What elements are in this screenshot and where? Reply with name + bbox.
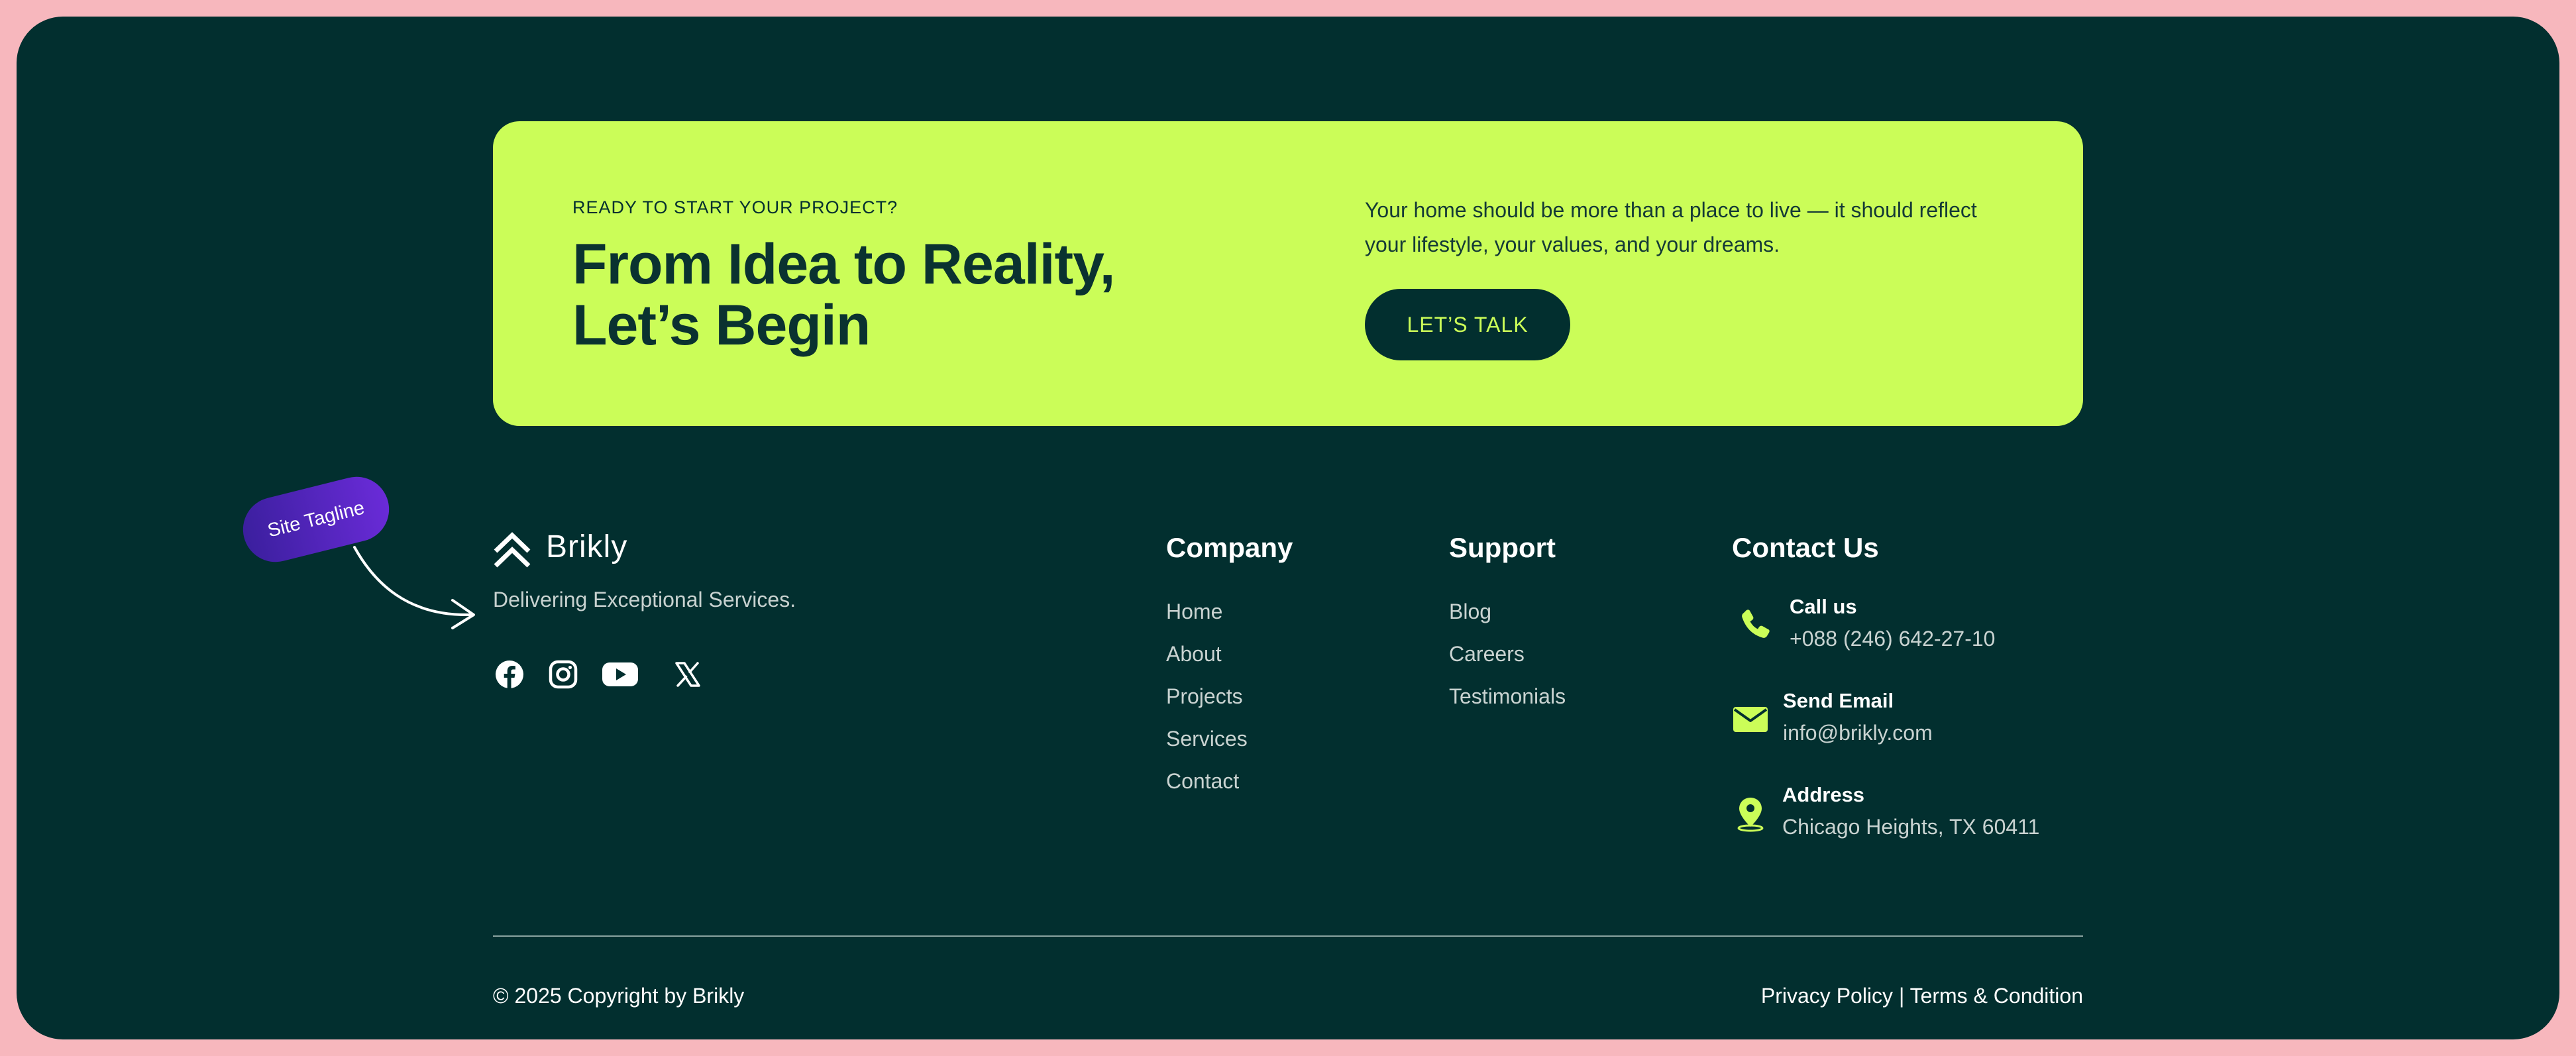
address-value: Chicago Heights, TX 60411: [1782, 815, 2040, 839]
call-us-label: Call us: [1790, 595, 1857, 618]
privacy-policy-link[interactable]: Privacy Policy: [1761, 984, 1893, 1008]
address-label: Address: [1782, 783, 1865, 806]
cta-eyebrow: READY TO START YOUR PROJECT?: [572, 197, 898, 217]
instagram-icon[interactable]: [547, 658, 580, 691]
footer-link-projects[interactable]: Projects: [1166, 684, 1243, 709]
footer-link-contact[interactable]: Contact: [1166, 769, 1239, 794]
envelope-icon: [1733, 707, 1768, 732]
terms-condition-link[interactable]: Terms & Condition: [1910, 984, 2083, 1008]
footer-link-testimonials[interactable]: Testimonials: [1449, 684, 1566, 709]
youtube-icon[interactable]: [600, 658, 641, 691]
phone-icon: [1742, 609, 1770, 638]
brand-tagline: Delivering Exceptional Services.: [493, 588, 796, 611]
map-pin-icon: [1737, 798, 1764, 832]
email-link[interactable]: info@brikly.com: [1783, 721, 1933, 745]
footer-divider: [493, 935, 2083, 937]
footer-link-home[interactable]: Home: [1166, 600, 1222, 624]
phone-number-link[interactable]: +088 (246) 642-27-10: [1790, 627, 1995, 651]
brikly-logo-icon[interactable]: [493, 531, 531, 568]
cta-title: From Idea to Reality, Let’s Begin: [572, 234, 1169, 356]
cta-title-line-1: From Idea to Reality,: [572, 233, 1115, 296]
footer-section: READY TO START YOUR PROJECT? From Idea t…: [17, 17, 2559, 1039]
footer-link-services[interactable]: Services: [1166, 727, 1248, 751]
annotation-arrow-icon: [353, 546, 475, 629]
legal-links: Privacy Policy | Terms & Condition: [1761, 984, 2083, 1008]
cta-description: Your home should be more than a place to…: [1365, 198, 1977, 256]
footer-link-about[interactable]: About: [1166, 642, 1222, 666]
brand-name[interactable]: Brikly: [546, 529, 627, 565]
facebook-icon[interactable]: [493, 658, 526, 691]
legal-separator: |: [1893, 984, 1910, 1008]
send-email-label: Send Email: [1783, 689, 1894, 712]
cta-title-line-2: Let’s Begin: [572, 293, 871, 357]
copyright-text: © 2025 Copyright by Brikly: [493, 984, 745, 1008]
x-icon[interactable]: [671, 658, 704, 691]
footer-link-blog[interactable]: Blog: [1449, 600, 1491, 624]
contact-heading: Contact Us: [1732, 532, 1879, 563]
support-heading: Support: [1449, 532, 1556, 563]
cta-banner: READY TO START YOUR PROJECT? From Idea t…: [493, 121, 2083, 426]
footer-link-careers[interactable]: Careers: [1449, 642, 1525, 666]
lets-talk-button[interactable]: LET’S TALK: [1365, 289, 1570, 360]
company-heading: Company: [1166, 532, 1293, 563]
